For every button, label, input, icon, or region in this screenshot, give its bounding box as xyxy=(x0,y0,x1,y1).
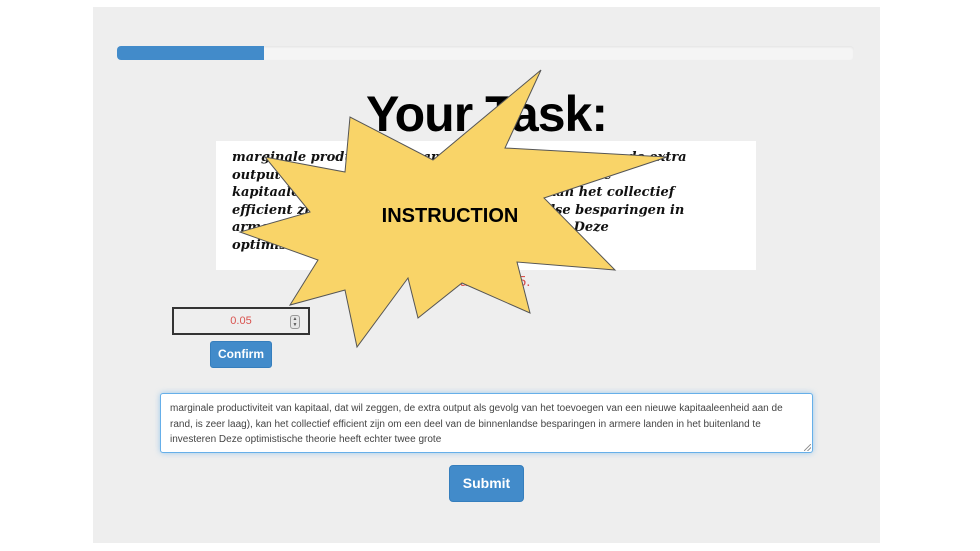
captcha-line: kapitaaleenheid aan de rand, is zeer laa… xyxy=(232,185,675,200)
answer-textarea[interactable]: marginale productiviteit van kapitaal, d… xyxy=(160,393,813,453)
progress-bar xyxy=(117,46,854,60)
bid-value: 0.05 xyxy=(230,315,252,327)
captcha-line: marginale productiviteit van kapitaal, d… xyxy=(232,150,687,165)
reward-value: 0.05 xyxy=(497,273,527,290)
resize-grip-icon[interactable] xyxy=(804,444,811,451)
task-heading: Your Task: xyxy=(366,86,608,142)
bid-number-input[interactable]: 0.05 ▲ ▼ xyxy=(172,307,310,335)
reward-text: You get 0.05. xyxy=(93,273,880,290)
captcha-line: optimistische theorie xyxy=(232,237,388,253)
reward-suffix: . xyxy=(526,273,531,290)
captcha-line: output als gevolg van het toevoegen van … xyxy=(232,167,612,183)
submit-button[interactable]: Submit xyxy=(449,465,524,502)
reward-prefix: You get xyxy=(442,273,498,290)
confirm-button[interactable]: Confirm xyxy=(210,341,272,368)
progress-fill xyxy=(117,46,265,60)
spinner-arrows-icon[interactable]: ▲ ▼ xyxy=(290,315,300,329)
captcha-text-image: marginale productiviteit van kapitaal, d… xyxy=(216,141,756,270)
captcha-line: efficient zijn om een deel van de binnen… xyxy=(232,202,685,218)
answer-text: marginale productiviteit van kapitaal, d… xyxy=(170,403,783,445)
task-panel: Your Task: marginale productiviteit van … xyxy=(93,7,880,543)
captcha-line: armere landen in het buitenland te inves… xyxy=(232,220,609,235)
